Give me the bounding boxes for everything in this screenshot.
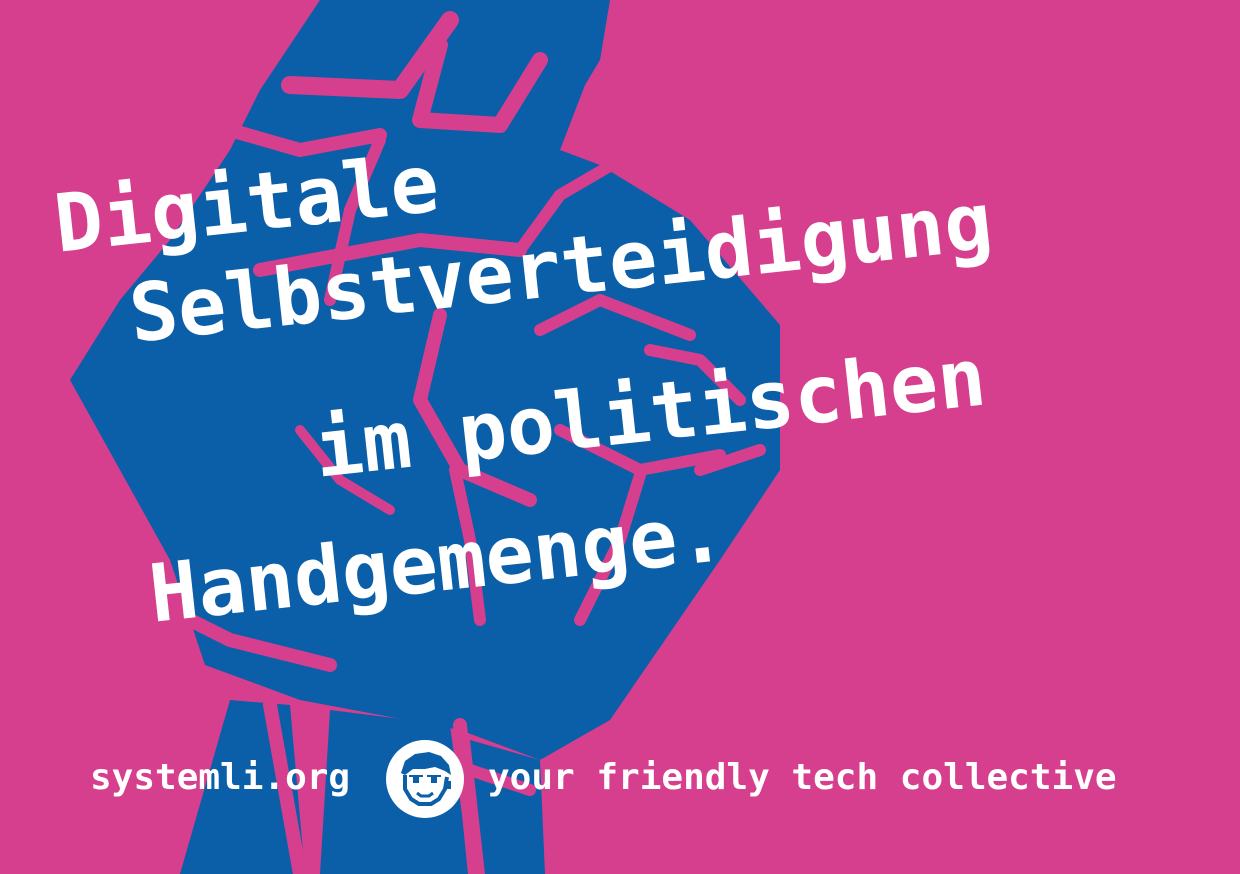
website-url[interactable]: systemli.org xyxy=(90,757,350,798)
footer: systemli.org your friendly tech collecti… xyxy=(0,733,1240,823)
smiley-face-logo-icon xyxy=(386,740,464,818)
tagline: your friendly tech collective xyxy=(488,757,1117,798)
poster: Digitale Selbstverteidigung im politisch… xyxy=(0,0,1240,874)
